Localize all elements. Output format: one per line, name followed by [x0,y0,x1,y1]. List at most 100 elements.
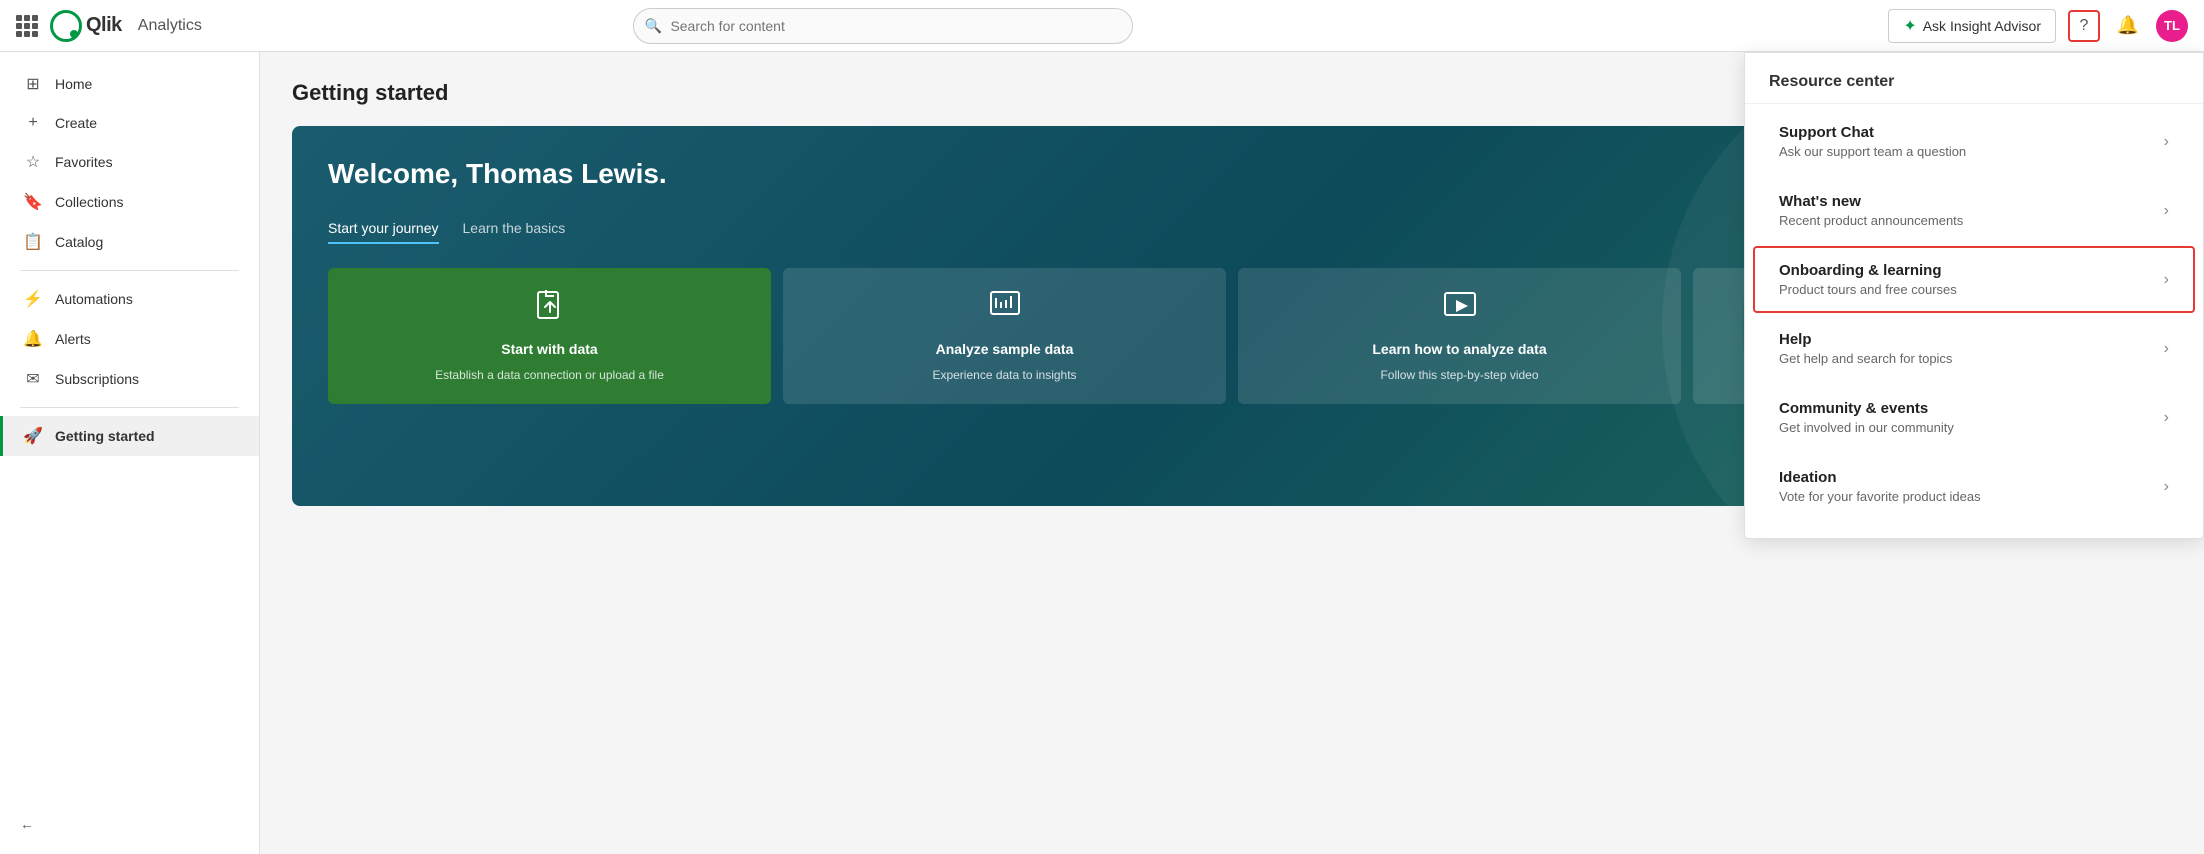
tab-journey-label: Start your journey [328,220,439,236]
start-data-title: Start with data [501,341,597,357]
sidebar-label-getting-started: Getting started [55,428,155,444]
create-icon: + [23,114,43,132]
community-arrow-icon: › [2164,409,2169,427]
navbar-left: Qlik Analytics [16,10,256,42]
navbar: Qlik Analytics 🔍 ✦ Ask Insight Advisor ?… [0,0,2204,52]
catalog-icon: 📋 [23,232,43,252]
learn-icon [1442,288,1478,331]
insight-advisor-label: Ask Insight Advisor [1923,18,2041,34]
whats-new-desc: Recent product announcements [1779,213,1963,228]
help-arrow-icon: › [2164,340,2169,358]
resource-item-onboarding[interactable]: Onboarding & learning Product tours and … [1753,246,2195,313]
search-icon: 🔍 [644,17,661,34]
help-title: Help [1779,331,1952,348]
learn-title: Learn how to analyze data [1372,341,1546,357]
onboarding-arrow-icon: › [2164,271,2169,289]
ideation-arrow-icon: › [2164,478,2169,496]
qlik-brand-text: Qlik [86,14,122,37]
favorites-icon: ☆ [23,152,43,172]
onboarding-title: Onboarding & learning [1779,262,1957,279]
alerts-icon: 🔔 [23,329,43,349]
help-desc: Get help and search for topics [1779,351,1952,366]
resource-center-header: Resource center [1745,69,2203,104]
support-chat-title: Support Chat [1779,124,1966,141]
onboarding-desc: Product tours and free courses [1779,282,1957,297]
support-chat-desc: Ask our support team a question [1779,144,1966,159]
card-analyze[interactable]: Analyze sample data Experience data to i… [783,268,1226,404]
support-chat-arrow-icon: › [2164,133,2169,151]
sidebar-item-catalog[interactable]: 📋 Catalog [0,222,259,262]
sidebar-divider [20,270,239,271]
resource-item-whats-new-content: What's new Recent product announcements [1779,193,1963,228]
sidebar-label-automations: Automations [55,291,133,307]
ideation-desc: Vote for your favorite product ideas [1779,489,1981,504]
getting-started-icon: 🚀 [23,426,43,446]
learn-desc: Follow this step-by-step video [1380,367,1538,384]
resource-item-community-content: Community & events Get involved in our c… [1779,400,1954,435]
resource-item-whats-new[interactable]: What's new Recent product announcements … [1753,177,2195,244]
sidebar-item-automations[interactable]: ⚡ Automations [0,279,259,319]
qlik-logo[interactable]: Qlik [50,10,122,42]
community-desc: Get involved in our community [1779,420,1954,435]
home-icon: ⊞ [23,74,43,94]
card-start-data[interactable]: Start with data Establish a data connect… [328,268,771,404]
start-data-desc: Establish a data connection or upload a … [435,367,664,384]
sidebar-label-create: Create [55,115,97,131]
help-button[interactable]: ? [2068,10,2100,42]
sidebar-item-favorites[interactable]: ☆ Favorites [0,142,259,182]
sidebar-item-create[interactable]: + Create [0,104,259,142]
search-bar-container: 🔍 [633,8,1133,44]
product-name: Analytics [138,17,202,35]
sidebar-item-subscriptions[interactable]: ✉ Subscriptions [0,359,259,399]
collections-icon: 🔖 [23,192,43,212]
ideation-title: Ideation [1779,469,1981,486]
bell-icon: 🔔 [2117,15,2139,36]
resource-item-help-content: Help Get help and search for topics [1779,331,1952,366]
tab-basics-label: Learn the basics [463,220,566,236]
resource-item-ideation-content: Ideation Vote for your favorite product … [1779,469,1981,504]
search-input[interactable] [633,8,1133,44]
sidebar-label-subscriptions: Subscriptions [55,371,139,387]
sidebar-collapse-button[interactable]: ← [0,806,259,842]
resource-item-community[interactable]: Community & events Get involved in our c… [1753,384,2195,451]
tab-learn-basics[interactable]: Learn the basics [463,214,566,244]
sidebar-item-home[interactable]: ⊞ Home [0,64,259,104]
analyze-icon [987,288,1023,331]
analyze-title: Analyze sample data [936,341,1074,357]
sidebar-label-catalog: Catalog [55,234,103,250]
resource-item-ideation[interactable]: Ideation Vote for your favorite product … [1753,453,2195,520]
whats-new-title: What's new [1779,193,1963,210]
sidebar-label-home: Home [55,76,92,92]
resource-item-support-chat-content: Support Chat Ask our support team a ques… [1779,124,1966,159]
community-title: Community & events [1779,400,1954,417]
subscriptions-icon: ✉ [23,369,43,389]
resource-center-panel: Resource center Support Chat Ask our sup… [1744,52,2204,539]
question-mark-icon: ? [2080,17,2089,35]
start-data-icon [532,288,568,331]
automations-icon: ⚡ [23,289,43,309]
sidebar-item-getting-started[interactable]: 🚀 Getting started [0,416,259,456]
sidebar-label-alerts: Alerts [55,331,91,347]
resource-item-onboarding-content: Onboarding & learning Product tours and … [1779,262,1957,297]
tab-start-journey[interactable]: Start your journey [328,214,439,244]
insight-advisor-button[interactable]: ✦ Ask Insight Advisor [1888,9,2056,43]
card-learn[interactable]: Learn how to analyze data Follow this st… [1238,268,1681,404]
resource-item-support-chat[interactable]: Support Chat Ask our support team a ques… [1753,108,2195,175]
whats-new-arrow-icon: › [2164,202,2169,220]
qlik-circle-icon [50,10,82,42]
avatar-initials: TL [2164,18,2180,33]
spark-icon: ✦ [1903,16,1916,36]
resource-item-help[interactable]: Help Get help and search for topics › [1753,315,2195,382]
sidebar-label-favorites: Favorites [55,154,113,170]
collapse-arrow-icon: ← [20,816,34,832]
user-avatar[interactable]: TL [2156,10,2188,42]
sidebar-divider-2 [20,407,239,408]
sidebar-item-collections[interactable]: 🔖 Collections [0,182,259,222]
sidebar: ⊞ Home + Create ☆ Favorites 🔖 Collection… [0,52,260,854]
analyze-desc: Experience data to insights [932,367,1076,384]
navbar-right: ✦ Ask Insight Advisor ? 🔔 TL [1888,9,2188,43]
sidebar-item-alerts[interactable]: 🔔 Alerts [0,319,259,359]
sidebar-label-collections: Collections [55,194,123,210]
grid-menu-icon[interactable] [16,15,38,37]
notifications-button[interactable]: 🔔 [2112,10,2144,42]
